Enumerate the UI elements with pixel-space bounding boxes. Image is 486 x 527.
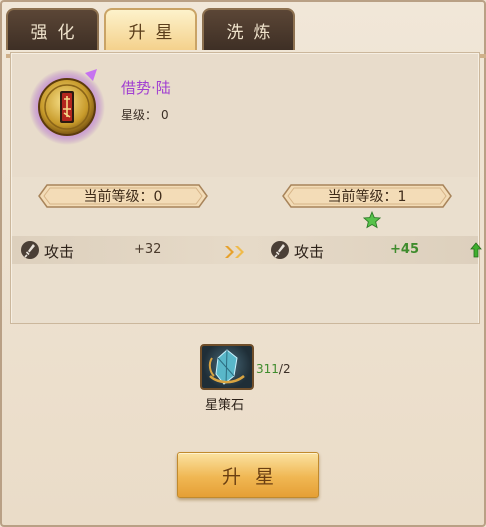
tab-star-up[interactable]: 升星 bbox=[104, 8, 197, 50]
tab-refine[interactable]: 洗炼 bbox=[202, 8, 295, 50]
attack-stat-row: 攻击 +32 攻击 +45 bbox=[12, 236, 482, 264]
star-level-label: 星级： bbox=[121, 108, 158, 122]
material-name: 星策石 bbox=[205, 398, 245, 413]
next-stat-value: +45 bbox=[390, 242, 419, 257]
star-level-value: 0 bbox=[161, 108, 169, 122]
material-required: /2 bbox=[278, 362, 291, 376]
tab-enhance[interactable]: 强化 bbox=[6, 8, 99, 50]
next-level-pill: 当前等级：1 bbox=[281, 183, 453, 209]
tab-bar: 强化 升星 洗炼 bbox=[6, 8, 486, 58]
double-chevron-right-icon bbox=[224, 244, 246, 263]
next-level-label: 当前等级：1 bbox=[327, 189, 407, 205]
star-upgrade-window: 强化 升星 洗炼 借势·陆 星级： 0 当前等级：0 当前等级：1 攻击 +32… bbox=[0, 0, 486, 527]
up-arrow-icon bbox=[470, 242, 482, 262]
material-count: 311/2 bbox=[256, 362, 291, 376]
current-stat-value: +32 bbox=[134, 242, 162, 257]
talisman-seal-icon[interactable] bbox=[27, 65, 107, 145]
material-owned: 311 bbox=[256, 362, 279, 376]
sword-icon bbox=[20, 240, 40, 260]
item-name: 借势·陆 bbox=[121, 79, 171, 97]
sword-icon bbox=[270, 240, 290, 260]
star-strategy-stone-icon[interactable] bbox=[200, 344, 254, 390]
star-up-button[interactable]: 升星 bbox=[177, 452, 319, 498]
current-level-pill: 当前等级：0 bbox=[37, 183, 209, 209]
next-stat-label: 攻击 bbox=[294, 243, 325, 261]
star-level: 星级： 0 bbox=[121, 106, 169, 123]
green-star-icon bbox=[362, 210, 382, 233]
current-level-label: 当前等级：0 bbox=[83, 189, 163, 205]
current-stat-label: 攻击 bbox=[44, 243, 75, 261]
item-panel: 借势·陆 星级： 0 当前等级：0 当前等级：1 攻击 +32 攻击 +45 bbox=[10, 52, 482, 324]
